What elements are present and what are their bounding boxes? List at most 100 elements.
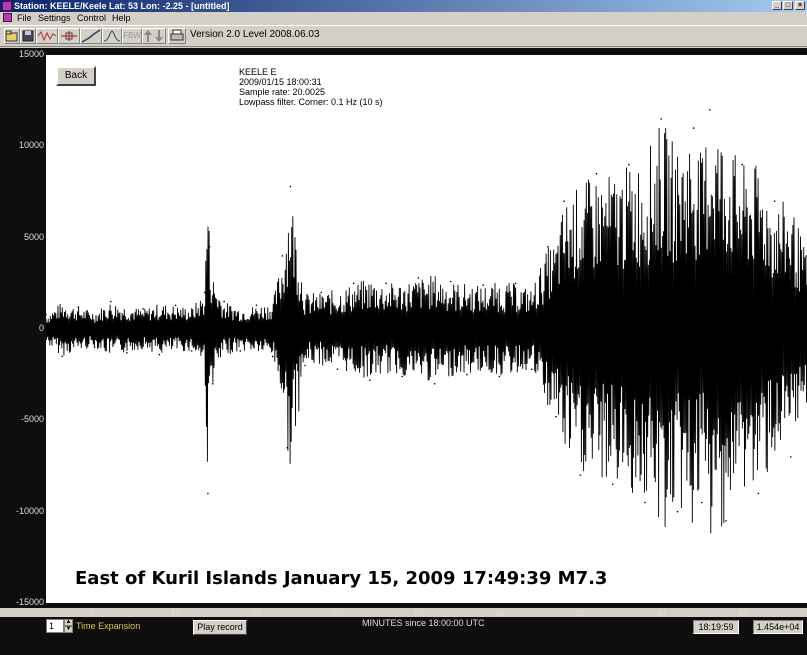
spectrum-icon[interactable] (80, 28, 102, 44)
menu-help[interactable]: Help (112, 12, 131, 24)
x-axis-label: MINUTES since 18:00:00 UTC (362, 618, 485, 628)
data-point (223, 300, 225, 303)
data-point (207, 492, 209, 495)
fbw-icon[interactable]: FBW (122, 28, 142, 44)
back-button[interactable]: Back (56, 66, 96, 86)
data-point (466, 373, 468, 376)
y-tick-label: 0 (38, 323, 44, 333)
data-point (208, 246, 211, 248)
y-tick-label: -10000 (15, 505, 44, 516)
window-title: Station: KEELE/Keele Lat: 53 Lon: -2.25 … (14, 1, 230, 11)
datetime-label: 2009/01/15 18:00:31 (239, 77, 322, 87)
data-point (676, 510, 679, 513)
save-icon[interactable] (20, 28, 36, 44)
y-tick-label: 10000 (18, 140, 44, 151)
data-point (203, 291, 206, 294)
data-point (563, 200, 565, 202)
print-icon[interactable] (168, 28, 186, 44)
title-bar: Station: KEELE/Keele Lat: 53 Lon: -2.25 … (0, 0, 807, 12)
data-point (369, 379, 371, 381)
data-point (286, 446, 289, 449)
updown-icon[interactable] (142, 28, 166, 44)
data-point (514, 282, 517, 285)
data-point (757, 492, 760, 495)
data-point (239, 350, 242, 352)
y-tick-label: -5000 (20, 414, 44, 425)
expansion-input[interactable]: 1 (46, 619, 64, 633)
data-point (304, 364, 306, 367)
data-point (449, 280, 452, 283)
menu-settings[interactable]: Settings (38, 12, 71, 24)
data-point (401, 375, 404, 378)
data-point (660, 118, 663, 120)
data-point (482, 284, 484, 286)
data-point (579, 474, 582, 476)
menu-control[interactable]: Control (77, 12, 106, 24)
spin-down-button[interactable]: ▼ (64, 626, 73, 633)
station-label: KEELE E (239, 67, 277, 77)
event-annotation: East of Kuril Islands January 15, 2009 1… (75, 568, 608, 589)
time-readout: 18:19:59 (693, 620, 739, 634)
data-point (644, 501, 646, 504)
data-point (530, 368, 533, 370)
data-point (773, 200, 776, 202)
data-point (77, 306, 80, 308)
y-tick-label: -15000 (15, 597, 44, 607)
data-point (700, 501, 703, 504)
data-point (211, 383, 214, 385)
data-point (109, 300, 112, 303)
spin-up-button[interactable]: ▲ (64, 619, 73, 626)
data-point (126, 351, 128, 354)
data-point (628, 163, 630, 166)
data-point (547, 246, 549, 248)
value-readout: 1.454e+04 (753, 620, 803, 634)
data-point (158, 353, 161, 356)
seismogram-trace (46, 127, 807, 534)
data-point (725, 520, 727, 522)
waveform-icon[interactable] (36, 28, 58, 44)
data-point (61, 355, 63, 358)
data-point (741, 163, 744, 166)
filter-icon[interactable] (58, 28, 80, 44)
data-point (46, 313, 47, 316)
data-point (611, 483, 614, 486)
open-icon[interactable] (4, 28, 20, 44)
data-point (271, 355, 274, 358)
data-point (289, 185, 292, 188)
data-point (255, 304, 258, 307)
data-point (433, 383, 436, 385)
data-point (595, 172, 598, 175)
data-point (142, 308, 144, 310)
data-point (417, 277, 420, 279)
version-label: Version 2.0 Level 2008.06.03 (190, 29, 320, 40)
data-point (336, 368, 339, 370)
toolbar: FBW (0, 25, 807, 47)
data-point (709, 109, 711, 111)
filter-label: Lowpass filter. Corner: 0.1 Hz (10 s) (239, 97, 383, 107)
data-point (385, 282, 387, 285)
menu-file[interactable]: File (17, 12, 32, 24)
minimize-button[interactable]: _ (772, 1, 782, 10)
data-point (93, 346, 96, 349)
data-point (692, 127, 695, 129)
y-tick-label: 15000 (18, 49, 44, 59)
data-point (281, 255, 284, 257)
data-point (174, 304, 177, 307)
data-point (190, 350, 193, 352)
play-record-button[interactable]: Play record (193, 620, 247, 635)
data-point (790, 456, 792, 458)
y-tick-label: 5000 (23, 231, 44, 242)
data-point (555, 415, 557, 418)
sample-rate-label: Sample rate: 20.0025 (239, 87, 326, 97)
document-icon[interactable] (3, 13, 12, 22)
seismogram-chart (46, 109, 807, 534)
pulse-icon[interactable] (102, 28, 122, 44)
data-point (498, 375, 501, 378)
maximize-button[interactable]: □ (783, 1, 793, 10)
app-icon (2, 1, 12, 11)
plot-area[interactable] (46, 55, 807, 603)
menu-bar: File Settings Control Help (0, 12, 807, 24)
time-expansion-label: Time Expansion (76, 621, 141, 631)
close-button[interactable]: × (795, 1, 805, 10)
data-point (320, 291, 323, 294)
